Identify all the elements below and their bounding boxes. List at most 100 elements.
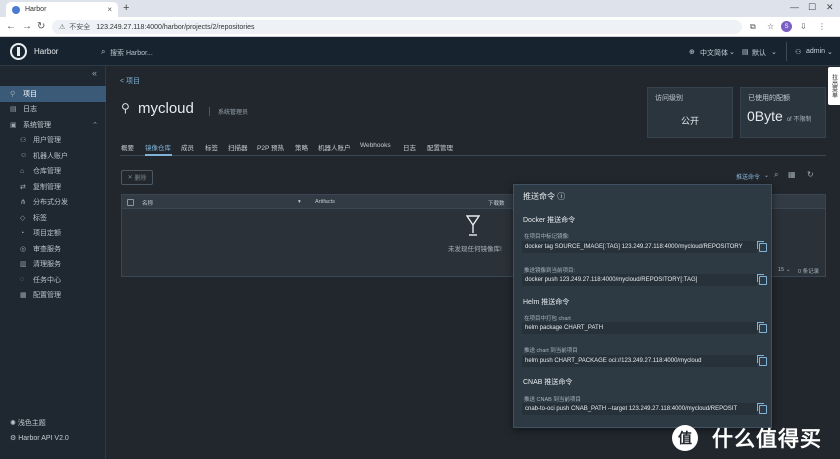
theme-icon[interactable]: ▤	[742, 48, 749, 56]
tab-robot-accounts[interactable]: 机器人账户	[318, 142, 351, 152]
sidebar-item-logs[interactable]: ▤ 日志	[0, 102, 106, 118]
tab-p2p-preheat[interactable]: P2P 预热	[257, 142, 284, 152]
docker-tag-command[interactable]: docker tag SOURCE_IMAGE[:TAG] 123.249.27…	[522, 241, 757, 253]
browser-tab[interactable]: Harbor ×	[6, 2, 118, 17]
security-warning[interactable]: 不安全	[69, 22, 90, 32]
search-input[interactable]: 搜索 Harbor...	[110, 48, 153, 58]
chevron-down-icon[interactable]: ⌄	[771, 48, 777, 56]
sidebar-item-robot-accounts[interactable]: ☺ 机器人账户	[0, 148, 106, 164]
sidebar-item-replications[interactable]: ⇄ 复制管理	[0, 179, 106, 195]
breadcrumb[interactable]: < 项目	[120, 76, 140, 86]
api-explorer-link[interactable]: ⚙ Harbor API V2.0	[10, 434, 69, 442]
url-field[interactable]: ⚠ 不安全 123.249.27.118:4000/harbor/project…	[52, 20, 742, 34]
sidebar-item-label: 用户管理	[33, 137, 61, 145]
tab-summary[interactable]: 概要	[121, 142, 134, 152]
sidebar-item-configuration[interactable]: ▦ 配置管理	[0, 288, 106, 304]
harbor-logo-icon[interactable]	[10, 43, 27, 60]
chevron-down-icon[interactable]: ⌄	[827, 48, 833, 56]
empty-state-text: 未发现任何镜像库!	[448, 246, 502, 253]
filter-icon[interactable]: ▾	[298, 199, 301, 205]
info-icon[interactable]: ⓘ	[557, 192, 565, 201]
tab-configuration[interactable]: 配置管理	[427, 142, 453, 152]
copy-icon[interactable]	[757, 274, 767, 285]
search-icon[interactable]: ⌕	[101, 47, 105, 57]
chevron-down-icon[interactable]: ⌄	[786, 267, 791, 273]
tab-members[interactable]: 成员	[181, 142, 194, 152]
quota-icon: ◔	[20, 229, 25, 237]
column-header-name[interactable]: 名称	[142, 199, 153, 207]
tab-scanner[interactable]: 扫描器	[228, 142, 248, 152]
extensions-icon[interactable]: ⧉	[750, 22, 756, 32]
sidebar-item-administration[interactable]: ▣ 系统管理 ⌃	[0, 117, 106, 133]
forward-icon[interactable]: →	[22, 21, 32, 32]
user-icon[interactable]: ⚇	[795, 48, 801, 56]
maximize-icon[interactable]: ☐	[808, 2, 816, 13]
side-menu-tab[interactable]: 拉出菜单	[828, 67, 840, 105]
sidebar-item-distributions[interactable]: ⋔ 分布式分发	[0, 195, 106, 211]
close-window-icon[interactable]: ✕	[826, 2, 834, 13]
column-header-pulls[interactable]: 下载数	[488, 199, 505, 207]
tab-title: Harbor	[25, 6, 47, 13]
helm-push-command[interactable]: helm push CHART_PACKAGE oci://123.249.27…	[522, 355, 757, 367]
language-selector[interactable]: 中文简体	[700, 48, 728, 58]
cnab-push-command[interactable]: cnab-to-oci push CNAB_PATH --target 123.…	[522, 403, 757, 415]
close-tab-icon[interactable]: ×	[107, 5, 112, 14]
quota-value: 0Byte of 不限制	[747, 108, 811, 124]
sidebar-item-quotas[interactable]: ◔ 项目定额	[0, 226, 106, 242]
sidebar-item-scanners[interactable]: ◎ 审查服务	[0, 241, 106, 257]
empty-state-icon	[466, 215, 480, 236]
copy-icon[interactable]	[757, 322, 767, 333]
sidebar-item-job-service[interactable]: ◌ 任务中心	[0, 272, 106, 288]
theme-toggle-label: 浅色主题	[17, 420, 46, 427]
chevron-down-icon[interactable]: ⌄	[729, 48, 735, 56]
sidebar-item-label: 复制管理	[33, 183, 61, 191]
sidebar-item-clean-up[interactable]: ▥ 清理服务	[0, 257, 106, 273]
copy-icon[interactable]	[757, 241, 767, 252]
new-tab-button[interactable]: +	[123, 2, 129, 14]
globe-icon[interactable]: ⊕	[689, 48, 695, 56]
chevron-down-icon[interactable]: ⌄	[764, 172, 769, 179]
copy-icon[interactable]	[757, 403, 767, 414]
tab-repositories[interactable]: 镜像仓库	[145, 142, 171, 152]
tab-webhooks[interactable]: Webhooks	[360, 142, 391, 149]
clean-icon: ▥	[20, 261, 27, 269]
push-command-button[interactable]: 推送命令	[736, 172, 760, 181]
chevron-up-icon[interactable]: ⌃	[92, 121, 98, 129]
grid-view-icon[interactable]: ▦	[788, 170, 796, 179]
back-icon[interactable]: ←	[6, 21, 16, 32]
minimize-icon[interactable]: —	[790, 2, 799, 12]
profile-avatar[interactable]: S	[781, 21, 792, 32]
theme-toggle[interactable]: ✺ 浅色主题	[10, 418, 46, 428]
reload-icon[interactable]: ↻	[37, 21, 45, 32]
search-icon[interactable]: ⌕	[774, 170, 778, 180]
tab-labels[interactable]: 标签	[205, 142, 218, 152]
brand-name[interactable]: Harbor	[34, 47, 58, 56]
refresh-icon[interactable]: ↻	[807, 170, 814, 179]
tab-logs[interactable]: 日志	[403, 142, 416, 152]
project-icon: ⚲	[10, 90, 16, 98]
url-text[interactable]: 123.249.27.118:4000/harbor/projects/2/re…	[96, 24, 254, 31]
log-icon: ▤	[10, 106, 17, 114]
menu-icon[interactable]: ⋮	[818, 22, 826, 31]
warning-icon[interactable]: ⚠	[59, 23, 65, 31]
sidebar-item-labels[interactable]: ◇ 标签	[0, 210, 106, 226]
sidebar-item-registries[interactable]: ⌂ 仓库管理	[0, 164, 106, 180]
sidebar-item-label: 任务中心	[33, 276, 61, 284]
sun-icon: ✺	[10, 420, 18, 427]
sidebar-item-projects[interactable]: ⚲ 项目	[0, 86, 106, 102]
sidebar-item-users[interactable]: ⚇ 用户管理	[0, 133, 106, 149]
downloads-icon[interactable]: ⇩	[800, 22, 807, 31]
column-header-artifacts[interactable]: Artifacts	[315, 199, 335, 205]
delete-button[interactable]: ✕ 删除	[121, 170, 153, 185]
docker-push-command[interactable]: docker push 123.249.27.118:4000/mycloud/…	[522, 274, 757, 286]
copy-icon[interactable]	[757, 355, 767, 366]
sidebar-item-label: 审查服务	[33, 245, 61, 253]
helm-package-command[interactable]: helm package CHART_PATH	[522, 322, 757, 334]
collapse-sidebar-icon[interactable]: «	[92, 68, 97, 78]
tab-policy[interactable]: 策略	[295, 142, 308, 152]
page-size-select[interactable]: 15	[778, 267, 784, 273]
bookmark-icon[interactable]: ☆	[767, 22, 774, 31]
select-all-checkbox[interactable]	[127, 199, 134, 206]
theme-selector[interactable]: 默认	[752, 48, 766, 58]
user-menu[interactable]: admin	[806, 48, 825, 55]
